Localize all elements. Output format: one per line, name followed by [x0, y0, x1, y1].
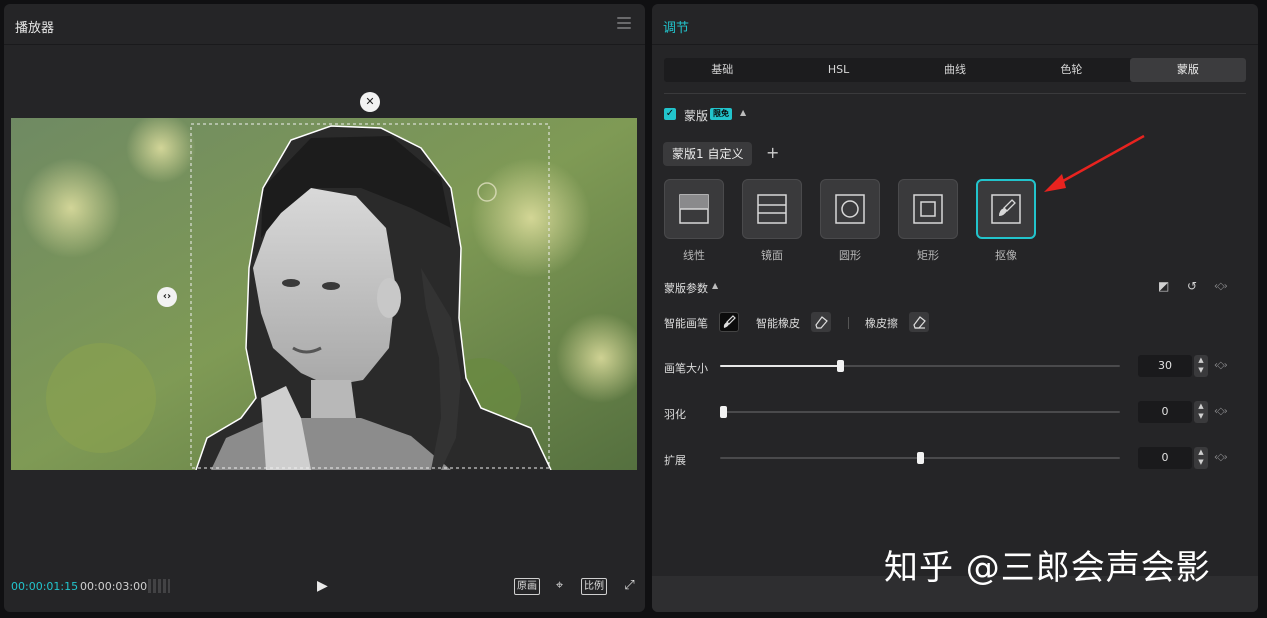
mask-label-mirror: 镜面 — [761, 249, 783, 262]
mask-label-rectangle: 矩形 — [917, 249, 939, 262]
original-button[interactable]: 原画 — [514, 578, 540, 595]
mask-type-cutout[interactable] — [976, 179, 1036, 239]
video-preview[interactable] — [11, 118, 637, 470]
tab-hsl[interactable]: HSL — [780, 58, 896, 82]
adjust-title: 调节 — [663, 21, 690, 36]
adjust-tabs: 基础 HSL 曲线 色轮 蒙版 — [664, 58, 1247, 82]
rectangle-mask-icon — [913, 194, 943, 224]
mirror-mask-icon — [757, 194, 787, 224]
play-button[interactable]: ▶ — [317, 578, 333, 594]
brush-size-input[interactable]: 30 — [1138, 355, 1192, 377]
total-time: 00:00:03:00 — [80, 580, 148, 593]
feather-slider[interactable] — [720, 406, 1120, 418]
mask-item-chip[interactable]: 蒙版1 自定义 — [663, 142, 753, 166]
ratio-button[interactable]: 比例 — [581, 578, 607, 595]
timeline-grid-icon[interactable] — [148, 579, 170, 593]
smart-brush-icon[interactable] — [719, 312, 739, 332]
mask-section-title: 蒙版 — [684, 109, 709, 123]
params-caret-icon[interactable]: ▲ — [712, 281, 718, 290]
add-mask-icon[interactable]: + — [766, 143, 779, 162]
video-frame-image — [11, 118, 637, 470]
brush-size-stepper[interactable]: ▲ ▼ — [1194, 355, 1208, 377]
feather-label: 羽化 — [664, 408, 686, 421]
mask-params-title: 蒙版参数 — [664, 282, 708, 295]
brush-size-slider[interactable] — [720, 360, 1120, 372]
smart-brush-label: 智能画笔 — [664, 317, 708, 330]
brush-size-label: 画笔大小 — [664, 362, 708, 375]
tab-basic[interactable]: 基础 — [664, 58, 780, 82]
resize-handle-icon[interactable]: ‹› — [157, 287, 177, 307]
expand-slider[interactable] — [720, 452, 1120, 464]
mask-type-circle[interactable] — [820, 179, 880, 239]
keyframe-icon[interactable]: ‹◇› — [1214, 281, 1228, 292]
eraser-label: 橡皮擦 — [865, 317, 898, 330]
slider-thumb[interactable] — [837, 360, 844, 372]
expand-input[interactable]: 0 — [1138, 447, 1192, 469]
expand-stepper[interactable]: ▲ ▼ — [1194, 447, 1208, 469]
slider-thumb[interactable] — [917, 452, 924, 464]
expand-label: 扩展 — [664, 454, 686, 467]
mask-label-circle: 圆形 — [839, 249, 861, 262]
tab-mask[interactable]: 蒙版 — [1129, 58, 1247, 82]
adjust-panel: 调节 基础 HSL 曲线 色轮 蒙版 ✓ 蒙版 限免 ▲ 蒙版1 自定义 + 线… — [652, 4, 1258, 612]
mask-type-rectangle[interactable] — [898, 179, 958, 239]
keyframe-icon[interactable]: ‹◇› — [1214, 406, 1228, 417]
eraser-icon[interactable] — [909, 312, 929, 332]
circle-mask-icon — [835, 194, 865, 224]
mask-type-mirror[interactable] — [742, 179, 802, 239]
rotate-handle-icon[interactable]: ✕ — [360, 92, 380, 112]
free-badge: 限免 — [710, 108, 732, 120]
feather-stepper[interactable]: ▲ ▼ — [1194, 401, 1208, 423]
current-time: 00:00:01:15 — [11, 580, 79, 593]
smart-eraser-label: 智能橡皮 — [756, 317, 800, 330]
menu-icon[interactable] — [617, 17, 631, 29]
watermark: 知乎 @三郎会声会影 — [884, 548, 1211, 588]
keyframe-icon[interactable]: ‹◇› — [1214, 360, 1228, 371]
brush-cutout-icon — [991, 194, 1021, 224]
keyframe-icon[interactable]: ‹◇› — [1214, 452, 1228, 463]
tab-curves[interactable]: 曲线 — [897, 58, 1013, 82]
mask-label-cutout: 抠像 — [995, 249, 1017, 262]
feather-input[interactable]: 0 — [1138, 401, 1192, 423]
collapse-caret-icon[interactable]: ▲ — [740, 108, 746, 117]
mask-enable-checkbox[interactable]: ✓ — [664, 108, 676, 120]
slider-thumb[interactable] — [720, 406, 727, 418]
mask-type-linear[interactable] — [664, 179, 724, 239]
player-title: 播放器 — [15, 21, 55, 36]
player-header: 播放器 — [4, 4, 645, 45]
zoom-fit-icon[interactable]: ⌖ — [551, 577, 568, 594]
divider — [664, 93, 1246, 94]
invert-mask-icon[interactable]: ◩ — [1158, 279, 1169, 293]
mask-label-linear: 线性 — [683, 249, 705, 262]
smart-eraser-icon[interactable] — [811, 312, 831, 332]
linear-mask-icon — [679, 194, 709, 224]
adjust-header: 调节 — [652, 4, 1258, 45]
tab-color-wheel[interactable]: 色轮 — [1013, 58, 1129, 82]
fullscreen-icon[interactable]: ⤢ — [621, 577, 638, 594]
reset-icon[interactable]: ↺ — [1187, 279, 1197, 293]
annotation-arrow-icon — [1044, 134, 1145, 192]
player-panel: 播放器 ✕ ‹› 00:00:01:15 00:00:03:00 ▶ 原画 ⌖ … — [4, 4, 645, 612]
tool-separator — [848, 317, 849, 329]
